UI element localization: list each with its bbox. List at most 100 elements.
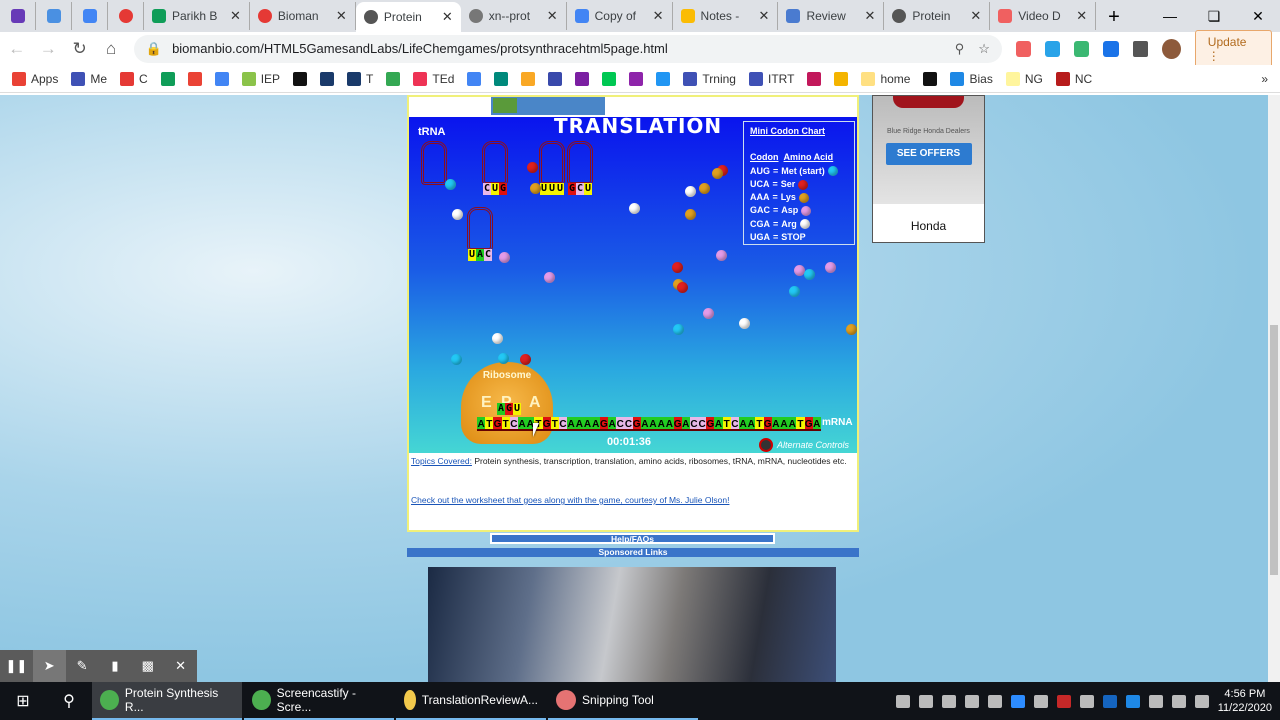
highlighter-icon[interactable]: ▮ (98, 650, 131, 682)
kaspersky-icon[interactable] (1056, 694, 1071, 708)
zoom-app-icon[interactable] (1010, 694, 1025, 708)
close-tab-icon[interactable]: ✕ (970, 8, 981, 24)
tab[interactable]: Bioman ✕ (250, 2, 356, 30)
star-icon[interactable]: ☆ (978, 41, 990, 57)
battery-icon[interactable] (1148, 694, 1163, 708)
tray-icon[interactable] (895, 694, 910, 708)
bookmark[interactable]: Bias (950, 71, 993, 86)
extension-icon[interactable] (1074, 40, 1090, 57)
amino-acid-bubble[interactable] (629, 203, 640, 214)
bluetooth-icon[interactable] (1125, 694, 1140, 708)
close-icon[interactable]: ✕ (164, 650, 197, 682)
amino-acid-bubble[interactable] (452, 209, 463, 220)
tab[interactable]: Review ✕ (778, 2, 885, 30)
bookmark[interactable]: ITRT (748, 71, 794, 86)
tab[interactable]: xn--prot ✕ (461, 2, 567, 30)
taskbar-app[interactable]: Protein Synthesis R... (92, 682, 242, 720)
amino-acid-bubble[interactable] (451, 354, 462, 365)
bookmark[interactable] (629, 71, 644, 86)
close-tab-icon[interactable]: ✕ (547, 8, 558, 24)
close-tab-icon[interactable]: ✕ (759, 8, 770, 24)
amino-acid-bubble[interactable] (499, 252, 510, 263)
trna-molecule[interactable] (482, 141, 508, 185)
amino-acid-bubble[interactable] (445, 179, 456, 190)
w-icon[interactable] (1102, 694, 1117, 708)
new-tab-button[interactable]: + (1096, 2, 1132, 32)
close-tab-icon[interactable]: ✕ (1076, 8, 1087, 24)
home-button[interactable]: ⌂ (102, 39, 119, 59)
d-extension-icon[interactable] (1103, 40, 1119, 57)
taskbar-app[interactable]: Screencastify - Scre... (244, 682, 394, 720)
bookmark[interactable]: IEP (241, 71, 280, 86)
amino-acid-bubble[interactable] (498, 353, 509, 364)
back-button[interactable]: ← (8, 39, 25, 59)
bookmark[interactable] (160, 71, 175, 86)
tray-icon[interactable] (964, 694, 979, 708)
amino-acid-bubble[interactable] (789, 286, 800, 297)
honda-ad[interactable]: Blue Ridge Honda Dealers SEE OFFERS Hond… (872, 95, 985, 243)
windows-start-icon[interactable]: ⊞ (0, 682, 46, 720)
update-button[interactable]: Update ⋮ (1194, 29, 1273, 68)
close-window-button[interactable]: ✕ (1236, 8, 1280, 25)
amino-acid-bubble[interactable] (520, 354, 531, 365)
bookmark[interactable] (494, 71, 509, 86)
onenote-icon[interactable] (987, 694, 1002, 708)
bookmark[interactable]: home (861, 71, 910, 86)
trna-molecule[interactable] (539, 141, 565, 185)
amino-acid-bubble[interactable] (673, 324, 684, 335)
bookmark[interactable] (656, 71, 671, 86)
shield-icon[interactable] (1033, 694, 1048, 708)
ad-video-image[interactable] (428, 567, 836, 682)
tab[interactable]: Protein ✕ (355, 2, 461, 32)
amino-acid-bubble[interactable] (804, 269, 815, 280)
amino-acid-bubble[interactable] (846, 324, 857, 335)
amino-acid-bubble[interactable] (544, 272, 555, 283)
reload-button[interactable]: ↻ (71, 39, 88, 59)
amino-acid-bubble[interactable] (677, 282, 688, 293)
tab[interactable]: Notes - ✕ (673, 2, 779, 30)
amino-acid-bubble[interactable] (703, 308, 714, 319)
close-tab-icon[interactable]: ✕ (442, 9, 453, 25)
amino-acid-bubble[interactable] (685, 209, 696, 220)
bookmark[interactable]: Apps (12, 71, 58, 86)
tab[interactable] (72, 2, 108, 30)
minimize-button[interactable]: — (1148, 8, 1192, 24)
bookmark[interactable] (187, 71, 202, 86)
pen-icon[interactable]: ✎ (66, 650, 99, 682)
bookmark[interactable] (386, 71, 401, 86)
amino-acid-bubble[interactable] (825, 262, 836, 273)
amino-acid-bubble[interactable] (716, 250, 727, 261)
bookmark[interactable] (320, 71, 335, 86)
url-bar[interactable]: 🔒 biomanbio.com/HTML5GamesandLabs/LifeCh… (133, 34, 1002, 63)
pause-icon[interactable]: ❚❚ (0, 650, 33, 682)
worksheet-link[interactable]: Check out the worksheet that goes along … (411, 495, 729, 505)
game-thumbnail[interactable] (491, 97, 605, 115)
amino-acid-bubble[interactable] (672, 262, 683, 273)
tray-icon[interactable] (918, 694, 933, 708)
amino-acid-bubble[interactable] (492, 333, 503, 344)
close-tab-icon[interactable]: ✕ (864, 8, 875, 24)
bookmark[interactable] (575, 71, 590, 86)
bookmark[interactable]: NC (1055, 71, 1092, 86)
bookmark[interactable] (834, 71, 849, 86)
topics-link[interactable]: Topics Covered: (411, 456, 472, 466)
taskbar-app[interactable]: TranslationReviewA... (396, 682, 546, 720)
tab[interactable] (108, 2, 144, 30)
bookmark[interactable]: T (347, 71, 373, 86)
amino-acid-bubble[interactable] (685, 186, 696, 197)
mic-icon[interactable] (941, 694, 956, 708)
trna-molecule[interactable] (567, 141, 593, 185)
w-extension-icon[interactable] (1045, 40, 1061, 57)
close-tab-icon[interactable]: ✕ (230, 8, 241, 24)
page-scrollbar[interactable] (1268, 95, 1280, 682)
bookmark[interactable]: Me (71, 71, 107, 86)
tab[interactable] (0, 2, 36, 30)
bookmark[interactable] (521, 71, 536, 86)
bookmark[interactable]: NG (1005, 71, 1043, 86)
bookmark[interactable] (467, 71, 482, 86)
more-bookmarks-button[interactable]: » (1261, 72, 1268, 86)
bookmark[interactable] (293, 71, 308, 86)
see-offers-button[interactable]: SEE OFFERS (885, 143, 972, 165)
game-canvas[interactable]: TRANSLATION tRNA Mini Codon Chart Codon … (409, 117, 857, 453)
tab[interactable]: Video D ✕ (990, 2, 1097, 30)
